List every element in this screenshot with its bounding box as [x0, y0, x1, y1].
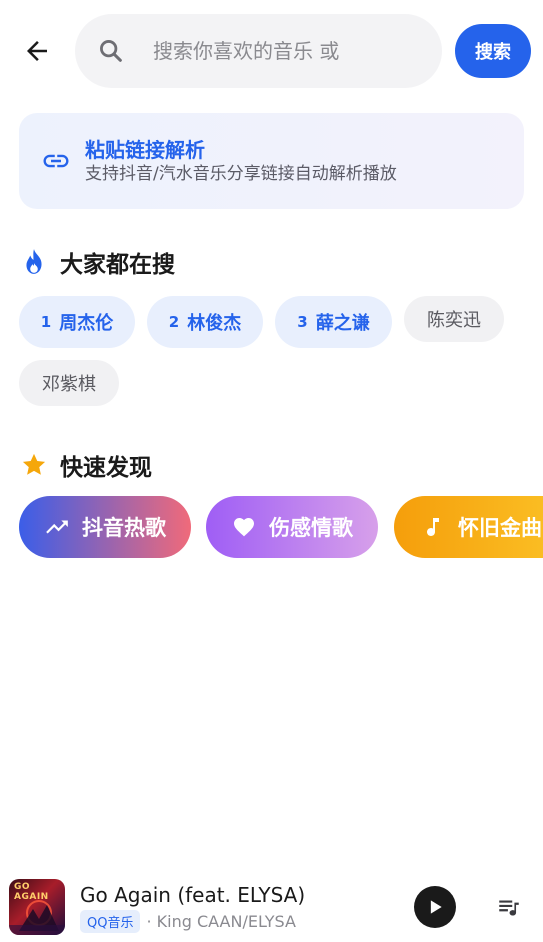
play-button[interactable]: [414, 886, 456, 928]
top-bar: 搜索: [0, 14, 543, 88]
search-input[interactable]: [153, 39, 433, 63]
playlist-icon: [499, 900, 519, 916]
search-box[interactable]: [75, 14, 442, 88]
song-meta: QQ音乐 · King CAAN/ELYSA: [80, 910, 296, 933]
search-icon: [97, 37, 125, 65]
song-artist: · King CAAN/ELYSA: [146, 912, 296, 931]
album-art-icon: [9, 900, 65, 935]
paste-card-title: 粘贴链接解析: [85, 138, 205, 162]
fire-icon: [20, 248, 48, 276]
paste-card-texts: 粘贴链接解析 支持抖音/汽水音乐分享链接自动解析播放: [85, 137, 397, 185]
star-icon: [20, 451, 48, 479]
trending-chip[interactable]: 陈奕迅: [404, 296, 504, 342]
song-title: Go Again (feat. ELYSA): [80, 883, 306, 907]
link-icon: [41, 146, 71, 176]
chip-label: 薛之谦: [315, 313, 370, 334]
chip-rank: 1: [40, 313, 52, 331]
discover-chip-label: 伤感情歌: [269, 516, 353, 540]
discover-chip-label: 抖音热歌: [82, 516, 166, 540]
trending-chip[interactable]: 2 林俊杰: [147, 296, 263, 348]
discover-chip-classic-oldies[interactable]: 怀旧金曲: [394, 496, 543, 558]
album-cover[interactable]: GO AGAIN: [9, 879, 65, 935]
play-icon: [430, 900, 442, 914]
chip-label: 周杰伦: [59, 313, 114, 334]
trending-chip[interactable]: 1 周杰伦: [19, 296, 135, 348]
search-button[interactable]: 搜索: [455, 24, 531, 78]
chip-label: 林俊杰: [187, 313, 242, 334]
heart-icon: [231, 514, 257, 540]
chip-rank: 2: [168, 313, 180, 331]
arrow-left-icon: [27, 41, 47, 61]
discover-section-title: 快速发现: [20, 448, 152, 482]
source-badge: QQ音乐: [80, 910, 141, 933]
trending-chip[interactable]: 3 薛之谦: [275, 296, 392, 348]
discover-chip-sad-love[interactable]: 伤感情歌: [206, 496, 378, 558]
paste-card-subtitle: 支持抖音/汽水音乐分享链接自动解析播放: [85, 164, 397, 184]
chip-rank: 3: [297, 313, 308, 331]
trending-up-icon: [44, 514, 70, 540]
discover-chip-label: 怀旧金曲: [458, 516, 542, 540]
music-note-icon: [420, 514, 446, 540]
trending-section-title: 大家都在搜: [20, 245, 175, 279]
trending-chip[interactable]: 邓紫棋: [19, 360, 119, 406]
chip-label: 邓紫棋: [42, 374, 96, 395]
queue-button[interactable]: [493, 893, 525, 921]
back-button[interactable]: [20, 34, 54, 68]
trending-title: 大家都在搜: [60, 252, 175, 278]
paste-link-card[interactable]: 粘贴链接解析 支持抖音/汽水音乐分享链接自动解析播放: [19, 113, 524, 209]
discover-chip-douyin-hot[interactable]: 抖音热歌: [19, 496, 191, 558]
discover-title: 快速发现: [60, 455, 152, 481]
chip-label: 陈奕迅: [427, 310, 481, 331]
mini-player[interactable]: GO AGAIN Go Again (feat. ELYSA) QQ音乐 · K…: [0, 870, 543, 942]
